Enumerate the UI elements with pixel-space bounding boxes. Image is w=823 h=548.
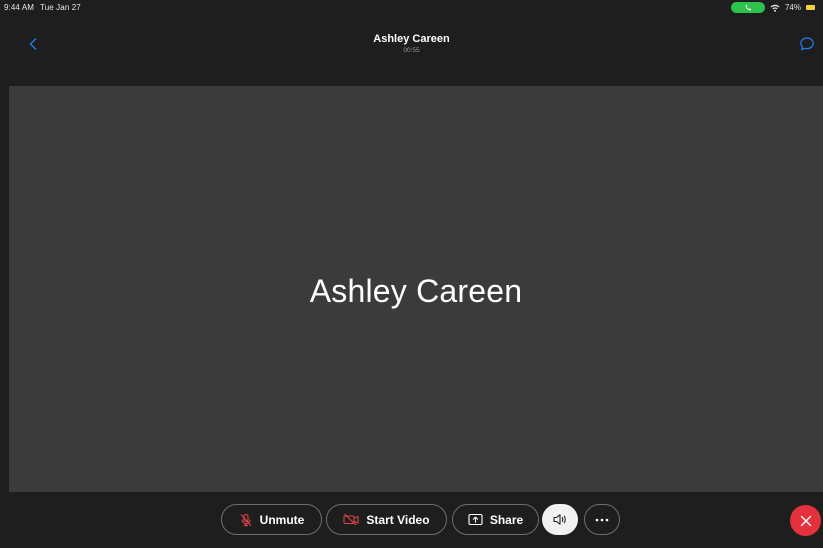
call-header: Ashley Careen 00:55 xyxy=(0,14,823,86)
battery-icon xyxy=(806,5,815,10)
active-call-indicator[interactable] xyxy=(730,2,765,13)
more-icon xyxy=(595,518,609,521)
battery-percent: 74% xyxy=(784,3,801,12)
status-date: Tue Jan 27 xyxy=(40,3,81,12)
share-screen-icon xyxy=(468,513,483,526)
call-controls: Unmute Start Video Share xyxy=(0,492,823,548)
start-video-button[interactable]: Start Video xyxy=(326,504,447,535)
call-title: Ashley Careen xyxy=(373,33,450,45)
mic-off-icon xyxy=(240,513,252,526)
status-right: 74% xyxy=(730,2,815,13)
close-icon xyxy=(800,515,811,526)
video-stage: Ashley Careen xyxy=(9,86,823,492)
unmute-label: Unmute xyxy=(259,512,305,527)
title-block: Ashley Careen 00:55 xyxy=(0,33,823,54)
speaker-icon xyxy=(553,514,566,525)
chat-button[interactable] xyxy=(799,36,815,52)
status-time: 9:44 AM xyxy=(4,3,35,12)
video-off-icon xyxy=(343,513,359,526)
audio-button[interactable] xyxy=(542,504,578,535)
call-duration: 00:55 xyxy=(403,47,420,54)
share-button[interactable]: Share xyxy=(452,504,539,535)
phone-icon xyxy=(745,4,752,10)
participant-name: Ashley Careen xyxy=(309,273,523,309)
unmute-button[interactable]: Unmute xyxy=(221,504,322,535)
more-options-button[interactable] xyxy=(584,504,620,535)
status-left: 9:44 AM Tue Jan 27 xyxy=(4,3,87,12)
start-video-label: Start Video xyxy=(366,512,430,527)
end-call-button[interactable] xyxy=(790,505,821,536)
wifi-icon xyxy=(770,4,780,12)
chat-bubble-icon xyxy=(800,37,814,51)
share-label: Share xyxy=(489,512,524,527)
status-bar: 9:44 AM Tue Jan 27 74% xyxy=(0,0,823,14)
